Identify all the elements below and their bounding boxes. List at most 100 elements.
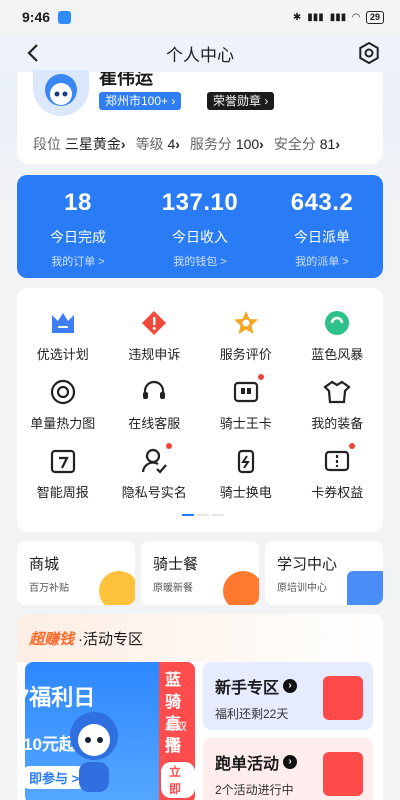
stat-safety-score[interactable]: 安全分 81› [274,134,340,154]
battery-swap-icon [237,449,254,474]
stat-rank[interactable]: 段位 三星黄金› [33,134,126,154]
menu-item-rider-king-card[interactable]: 骑士王卡 [200,374,292,432]
profile-stats: 段位 三星黄金› 等级 4› 服务分 100› 安全分 81› [33,134,340,154]
red-envelope-icon [323,676,363,720]
promo-title: 新手专区 [215,680,280,697]
stat-service-score[interactable]: 服务分 100› [190,134,264,154]
promo-newbie-zone[interactable]: 新手专区 › 福利还剩22天 [203,662,373,730]
star-icon [233,311,258,334]
heatmap-icon [50,379,75,405]
chevron-right-icon: › [120,136,126,152]
stat-label: 安全分 [273,136,316,152]
lightning-coin-icon [99,571,135,605]
signal-icon: ▮▮▮ [307,11,324,23]
notification-dot [349,443,356,449]
crown-icon [51,313,74,333]
activity-hot-label: 超赚钱 [29,630,75,648]
menu-item-coupons[interactable]: 卡券权益 [292,443,384,501]
city-rank-badge[interactable]: 郑州市100+ › [99,92,182,110]
menu-item-battery-swap[interactable]: 骑士换电 [200,446,292,501]
page-indicator [182,514,224,516]
menu-item-service-rating[interactable]: 服务评价 [200,308,292,363]
menu-label: 优选计划 [36,347,89,362]
city-rank-text: 郑州市100+ [105,94,169,108]
menu-label: 智能周报 [36,485,89,500]
summary-link[interactable]: 我的钱包 > [139,253,261,269]
robot-mascot-icon [70,712,118,792]
avatar[interactable] [33,70,89,116]
summary-value: 18 [64,189,92,216]
summary-link[interactable]: 我的派单 > [261,253,383,269]
activity-title: ·活动专区 [78,630,144,648]
chevron-right-icon: › [259,136,264,152]
warning-icon [142,311,167,335]
bluetooth-icon: ✱ [292,11,302,23]
chevron-right-icon: › [335,136,340,152]
menu-label: 在线客服 [128,416,181,431]
summary-value: 137.10 [161,189,239,216]
menu-label: 卡券权益 [311,485,364,500]
back-button[interactable] [20,40,46,66]
summary-link[interactable]: 我的订单 > [17,253,139,269]
summary-income[interactable]: 137.10 今日收入 我的钱包 > [139,175,261,278]
top-nav-bar: 个人中心 [0,34,400,72]
menu-label: 单量热力图 [30,416,96,431]
calendar-icon [50,449,75,474]
honor-medal-badge[interactable]: 荣誉勋章 › [207,92,275,110]
shortcut-mall[interactable]: 商城 百万补贴 [17,541,135,605]
promo-title: 跑单活动 [215,756,280,773]
wifi-icon: ◠ [352,11,360,23]
headset-icon [143,380,166,399]
shortcut-rider-meal[interactable]: 骑士餐 原暖新餐 [141,541,259,605]
menu-item-privacy-realname[interactable]: 隐私号实名 [109,443,201,501]
summary-completed[interactable]: 18 今日完成 我的订单 > [17,175,139,278]
live-subtitle: 每双周 [165,721,187,749]
menu-label: 骑士王卡 [219,416,272,431]
red-envelope-icon [323,752,363,796]
stat-value: 81 [319,136,336,152]
promo-running-activity[interactable]: 跑单活动 › 2个活动进行中 [203,738,373,800]
stat-label: 等级 [135,136,164,152]
battery-icon: 29 [365,10,384,24]
notification-dot [257,374,264,380]
robot-avatar-icon [45,74,77,106]
coupon-icon [325,450,350,472]
chevron-right-icon: › [175,136,180,152]
menu-label: 服务评价 [219,347,272,362]
menu-item-violation-appeal[interactable]: 违规申诉 [109,308,201,363]
settings-button[interactable] [356,40,382,66]
live-button[interactable]: 立即 [161,762,195,798]
menu-label: 蓝色风暴 [311,347,364,362]
signal-icon-2: ▮▮▮ [329,11,347,23]
profile-card: 崔伟运 郑州市100+ › 荣誉勋章 › 段位 三星黄金› 等级 4› 服务分 … [17,70,383,164]
activity-zone: 超赚钱 ·活动专区 7福利日 10元起 即参与 > 蓝骑直播 每双周 立即 新手… [17,614,383,800]
menu-label: 违规申诉 [128,347,181,362]
stat-value: 100 [235,136,260,152]
summary-label: 今日完成 [50,229,106,245]
stat-level[interactable]: 等级 4› [136,134,180,154]
menu-item-my-equipment[interactable]: 我的装备 [292,377,384,432]
activity-banner[interactable]: 7福利日 10元起 即参与 > 蓝骑直播 每双周 立即 [25,662,195,800]
summary-label: 今日派单 [294,229,350,245]
card-icon [233,381,258,403]
menu-label: 我的装备 [311,416,364,431]
live-stream-panel[interactable]: 蓝骑直播 每双周 立即 [159,662,195,800]
status-icons: ✱ ▮▮▮ ▮▮▮ ◠ 29 [292,10,384,24]
menu-label: 骑士换电 [219,485,272,500]
summary-value: 643.2 [290,189,354,216]
chevron-left-icon [27,44,38,62]
menu-label: 隐私号实名 [121,485,187,500]
menu-item-blue-storm[interactable]: 蓝色风暴 [292,308,384,363]
shortcut-learning-center[interactable]: 学习中心 原培训中心 [265,541,383,605]
menu-item-online-service[interactable]: 在线客服 [109,377,201,432]
app-notification-icon [58,10,72,24]
menu-item-preferred-plan[interactable]: 优选计划 [17,308,109,363]
user-privacy-icon [142,448,168,474]
stat-label: 段位 [33,136,61,152]
gear-icon [359,42,379,64]
menu-item-heatmap[interactable]: 单量热力图 [17,377,109,432]
summary-dispatch[interactable]: 643.2 今日派单 我的派单 > [261,175,383,278]
stat-label: 服务分 [189,136,232,152]
summary-label: 今日收入 [172,229,228,245]
menu-item-weekly-report[interactable]: 智能周报 [17,446,109,501]
